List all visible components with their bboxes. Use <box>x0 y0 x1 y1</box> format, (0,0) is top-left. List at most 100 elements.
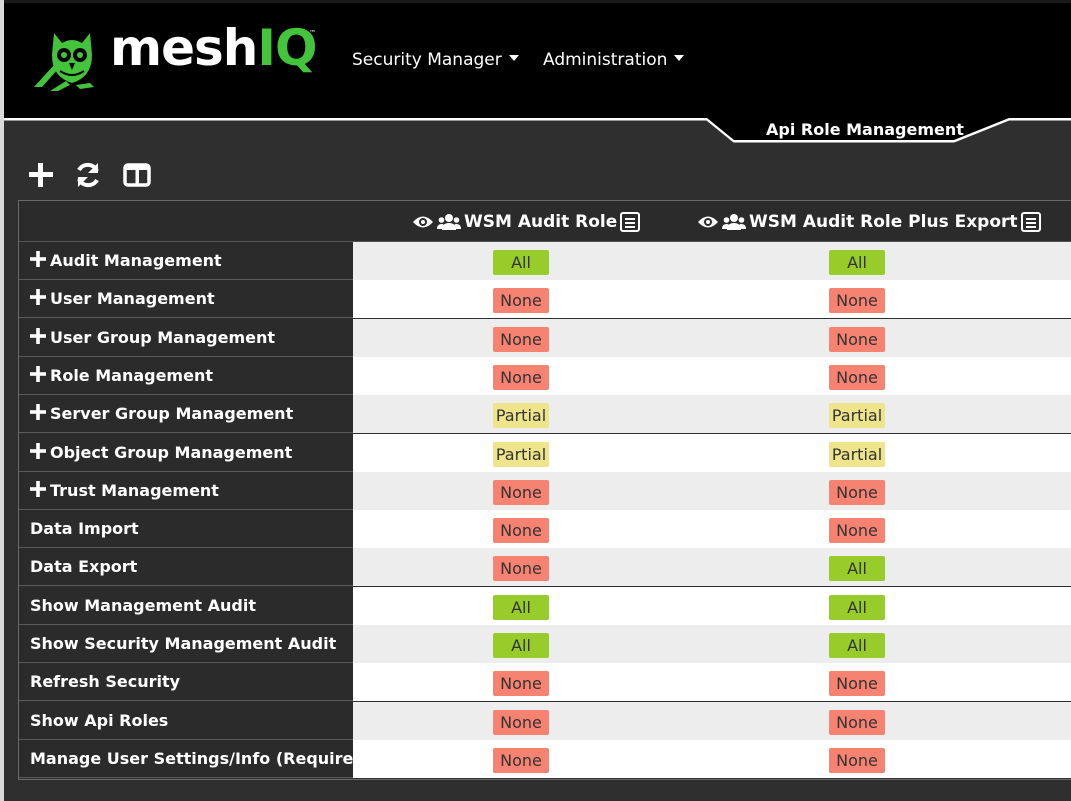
permission-badge[interactable]: All <box>493 633 549 658</box>
row-label-text: Role Management <box>50 365 213 385</box>
permission-badge[interactable]: None <box>829 326 885 352</box>
permission-badge[interactable]: All <box>829 556 885 582</box>
permission-badge[interactable]: None <box>493 326 549 352</box>
brand-name-mesh: mesh <box>110 19 258 77</box>
eye-icon[interactable] <box>697 214 719 230</box>
permission-cells: Partial Partial <box>353 395 1071 434</box>
table-row: Object Group Management Partial Partial <box>19 433 1071 472</box>
table-row: User Group Management None None <box>19 318 1071 357</box>
expand-plus-icon[interactable] <box>30 289 46 306</box>
row-label-text: Trust Management <box>50 480 219 500</box>
trademark-symbol: ™ <box>309 29 316 37</box>
table-row: Audit Management All All <box>19 242 1071 280</box>
permission-badge[interactable]: None <box>829 747 885 773</box>
table-row: Show Security Management Audit All All <box>19 625 1071 663</box>
permission-badge[interactable]: All <box>829 250 885 275</box>
row-label: Show Security Management Audit <box>19 625 364 663</box>
role-menu-button[interactable] <box>620 212 641 232</box>
page-tab-api-role-management[interactable]: Api Role Management <box>766 120 964 139</box>
expand-plus-icon[interactable] <box>30 327 46 345</box>
users-icon <box>722 213 746 231</box>
permission-badge[interactable]: None <box>493 518 549 544</box>
menu-icon-line <box>1025 218 1036 220</box>
expandable-row-label[interactable]: User Management <box>19 280 364 319</box>
permission-badge[interactable]: All <box>829 633 885 658</box>
permission-cells: All All <box>353 586 1071 625</box>
caret-down-icon <box>508 55 519 61</box>
permission-badge[interactable]: None <box>493 671 549 697</box>
permission-badge[interactable]: Partial <box>493 441 549 467</box>
role-column-header-2: WSM Audit Role Plus Export <box>697 209 1041 235</box>
permission-badge[interactable]: None <box>493 747 549 773</box>
permission-badge[interactable]: None <box>829 709 885 735</box>
permission-cells: None None <box>353 356 1071 395</box>
permission-badge[interactable]: All <box>493 250 549 275</box>
nav-administration[interactable]: Administration <box>543 50 685 70</box>
brand-name-iq: IQ <box>257 19 317 77</box>
permission-badge[interactable]: None <box>829 671 885 697</box>
row-label-text: Show Security Management Audit <box>30 634 337 653</box>
permission-badge[interactable]: None <box>829 364 885 390</box>
row-label-text: Show Management Audit <box>30 595 256 615</box>
table-row: Show Management Audit All All <box>19 586 1071 625</box>
expand-plus-icon[interactable] <box>30 404 46 421</box>
permission-cells: Partial Partial <box>353 433 1071 472</box>
row-label-text: Show Api Roles <box>30 710 169 730</box>
row-label: Show Management Audit <box>19 586 364 625</box>
expand-plus-icon[interactable] <box>30 251 46 268</box>
menu-icon-line <box>625 218 636 220</box>
nav-administration-label: Administration <box>543 50 668 70</box>
expand-plus-icon[interactable] <box>30 480 46 498</box>
refresh-icon <box>77 162 99 188</box>
permission-badge[interactable]: None <box>829 518 885 544</box>
permission-badge[interactable]: All <box>829 594 885 620</box>
permission-cells: None None <box>353 739 1071 778</box>
columns-icon <box>123 163 151 187</box>
row-label-text: Manage User Settings/Info (Required) <box>30 748 373 768</box>
expandable-row-label[interactable]: Object Group Management <box>19 433 364 472</box>
add-button[interactable] <box>26 160 56 190</box>
role-column-header-1: WSM Audit Role <box>412 209 641 235</box>
table-row: Show Api Roles None None <box>19 701 1071 740</box>
refresh-button[interactable] <box>73 160 103 190</box>
table-row: User Management None None <box>19 280 1071 319</box>
eye-icon[interactable] <box>412 214 434 230</box>
permission-badge[interactable]: Partial <box>829 441 885 467</box>
table-row: Trust Management None None <box>19 471 1071 510</box>
expandable-row-label[interactable]: Role Management <box>19 356 364 395</box>
role-menu-button[interactable] <box>1020 212 1041 232</box>
permission-badge[interactable]: None <box>493 556 549 582</box>
nav-security-manager-label: Security Manager <box>352 50 502 70</box>
row-label-text: Data Export <box>30 557 138 577</box>
expand-plus-icon[interactable] <box>30 365 46 383</box>
row-label: Show Api Roles <box>19 701 364 740</box>
expandable-row-label[interactable]: Trust Management <box>19 471 364 510</box>
menu-icon-line <box>625 226 636 228</box>
permission-cells: None None <box>353 280 1071 319</box>
permission-badge[interactable]: Partial <box>829 403 885 429</box>
permission-badge[interactable]: None <box>493 479 549 505</box>
expand-plus-icon[interactable] <box>30 442 46 460</box>
owl-logo-icon <box>34 33 94 91</box>
menu-icon-line <box>1025 226 1036 228</box>
permission-badge[interactable]: None <box>493 364 549 390</box>
permission-badge[interactable]: None <box>829 288 885 314</box>
permission-badge[interactable]: None <box>493 709 549 735</box>
row-label-text: Server Group Management <box>50 404 294 424</box>
plus-icon <box>29 163 53 187</box>
row-label: Manage User Settings/Info (Required) <box>19 739 372 778</box>
nav-security-manager[interactable]: Security Manager <box>352 50 519 70</box>
columns-button[interactable] <box>122 160 152 190</box>
expandable-row-label[interactable]: Audit Management <box>19 242 364 280</box>
menu-icon-line <box>1025 222 1036 224</box>
permission-badge[interactable]: Partial <box>493 403 549 429</box>
row-label-text: Audit Management <box>50 251 222 270</box>
expandable-row-label[interactable]: Server Group Management <box>19 395 364 434</box>
permission-cells: None None <box>353 510 1071 549</box>
expandable-row-label[interactable]: User Group Management <box>19 318 364 357</box>
meshiq-logo[interactable]: meshIQ ™ <box>32 19 322 95</box>
permission-badge[interactable]: None <box>493 288 549 314</box>
permission-badge[interactable]: None <box>829 479 885 505</box>
app-window: meshIQ ™ Security Manager Administration… <box>0 0 1071 801</box>
permission-badge[interactable]: All <box>493 594 549 620</box>
